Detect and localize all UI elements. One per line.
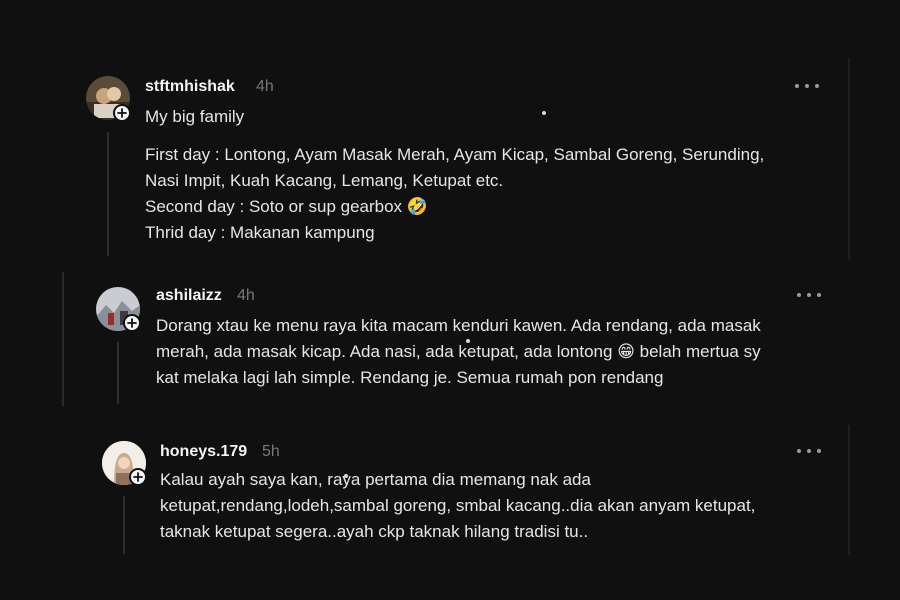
- username[interactable]: stftmhishak: [145, 78, 235, 96]
- timestamp: 4h: [237, 287, 255, 304]
- more-options-icon[interactable]: [797, 445, 821, 457]
- post-line: ketupat,rendang,lodeh,sambal goreng, smb…: [160, 496, 756, 515]
- post-line: [145, 130, 764, 142]
- post-line: My big family: [145, 107, 245, 126]
- post-text: Kalau ayah saya kan, raya pertama dia me…: [160, 467, 755, 545]
- post-line: First day : Lontong, Ayam Masak Merah, A…: [145, 145, 765, 164]
- follow-plus-icon[interactable]: [123, 314, 141, 332]
- username[interactable]: ashilaizz: [156, 287, 222, 305]
- timestamp: 4h: [256, 78, 274, 95]
- thread-line: [107, 132, 109, 256]
- post-text: My big family First day : Lontong, Ayam …: [145, 104, 764, 246]
- post-line: Kalau ayah saya kan, raya pertama dia me…: [160, 470, 591, 489]
- username[interactable]: honeys.179: [160, 443, 247, 461]
- more-options-icon[interactable]: [795, 80, 819, 92]
- post-text: Dorang xtau ke menu raya kita macam kend…: [156, 313, 761, 391]
- decorative-dot: [344, 474, 348, 478]
- thread-line: [123, 496, 125, 554]
- post-line: kat melaka lagi lah simple. Rendang je. …: [156, 368, 664, 387]
- post-line: merah, ada masak kicap. Ada nasi, ada ke…: [156, 342, 761, 361]
- follow-plus-icon[interactable]: [113, 104, 131, 122]
- more-options-icon[interactable]: [797, 289, 821, 301]
- divider: [62, 272, 64, 406]
- decorative-dot: [466, 339, 470, 343]
- post-line: Second day : Soto or sup gearbox 🤣: [145, 197, 428, 216]
- post-line: Thrid day : Makanan kampung: [145, 223, 375, 242]
- post-line: Nasi Impit, Kuah Kacang, Lemang, Ketupat…: [145, 171, 504, 190]
- timestamp: 5h: [262, 443, 280, 460]
- decorative-dot: [542, 111, 546, 115]
- post-line: taknak ketupat segera..ayah ckp taknak h…: [160, 522, 589, 541]
- post-line: Dorang xtau ke menu raya kita macam kend…: [156, 316, 761, 335]
- thread-line: [117, 342, 119, 404]
- follow-plus-icon[interactable]: [129, 468, 147, 486]
- divider: [848, 58, 850, 260]
- divider: [848, 425, 850, 555]
